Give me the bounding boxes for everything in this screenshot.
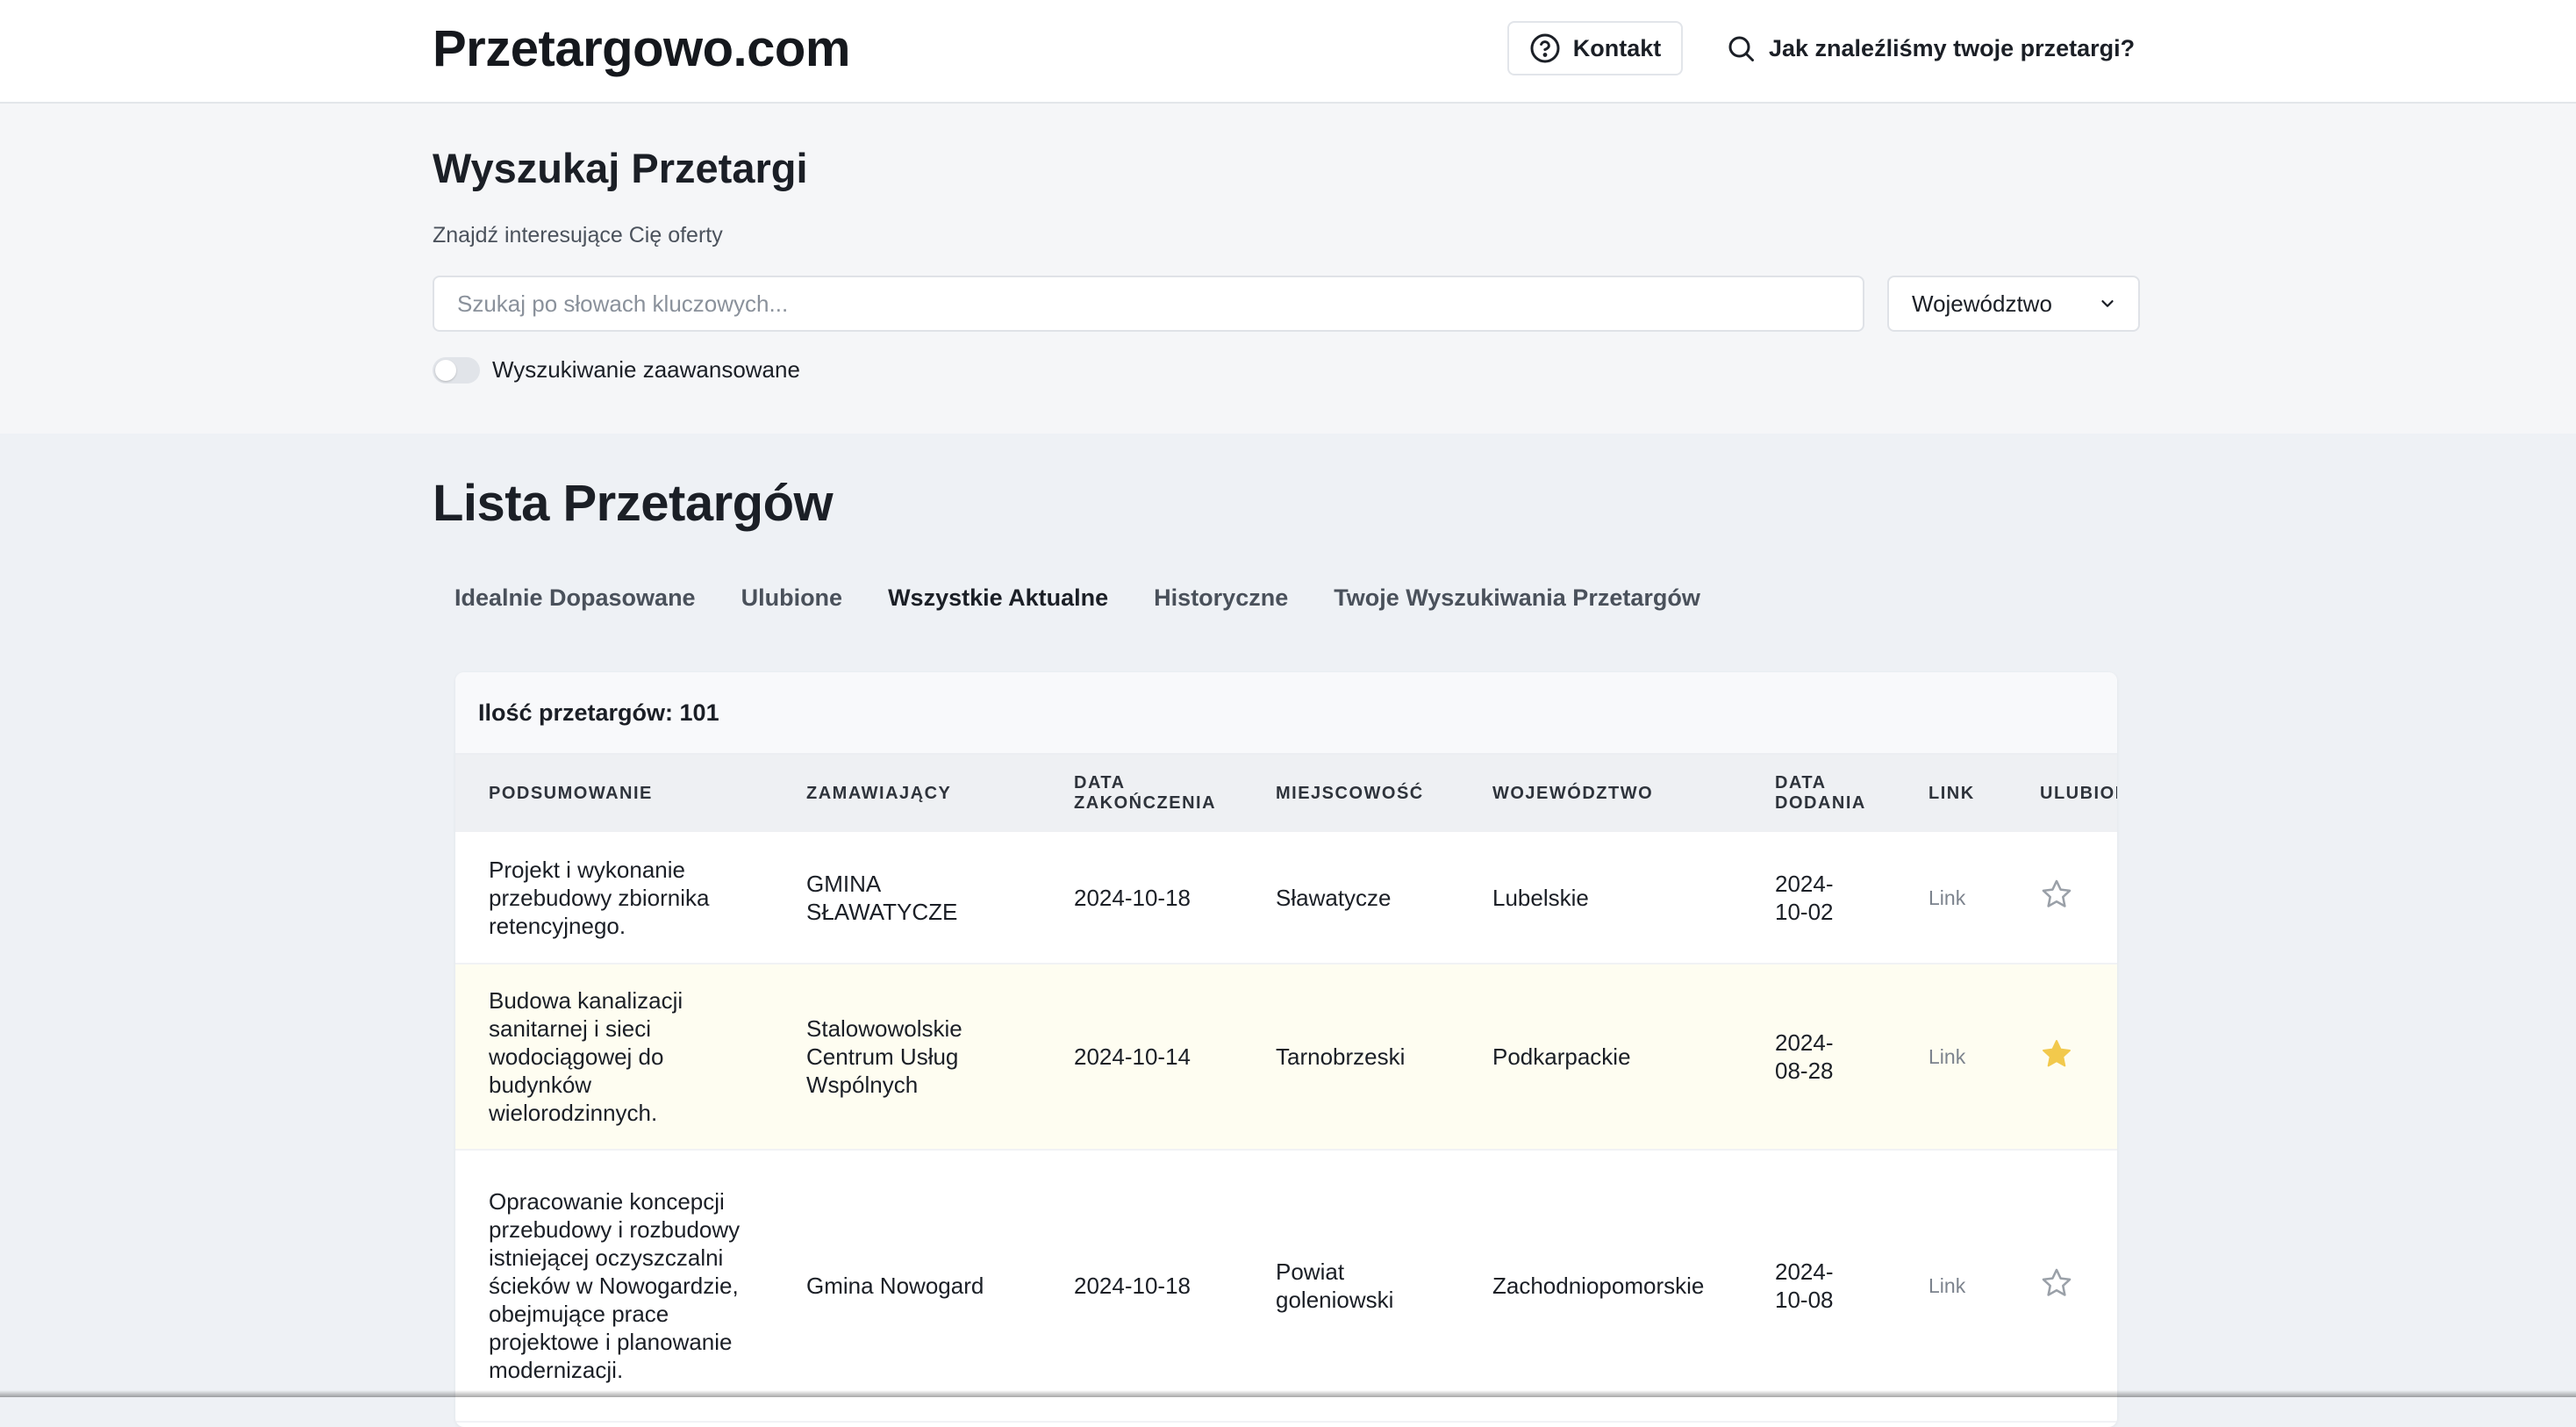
row-summary: Budowa kanalizacji sanitarnej i sieci wo… <box>455 964 773 1151</box>
column-header-city[interactable]: MIEJSCOWOŚĆ <box>1242 755 1459 832</box>
header-text: DATA <box>1074 773 1126 792</box>
contact-button-label: Kontakt <box>1572 34 1662 61</box>
keyword-search-input[interactable] <box>433 276 1864 332</box>
row-favorite-cell <box>2007 1150 2117 1423</box>
row-region: Zachodniopomorskie <box>1459 1150 1742 1423</box>
tab-perfect-match[interactable]: Idealnie Dopasowane <box>454 584 696 612</box>
row-favorite-cell <box>2007 832 2117 964</box>
site-logo[interactable]: Przetargowo.com <box>433 19 850 78</box>
row-added-date: 2024-08-28 <box>1742 964 1895 1151</box>
search-icon <box>1728 36 1754 61</box>
contact-button[interactable]: Kontakt <box>1507 21 1683 75</box>
header-text: DODANIA <box>1775 793 1866 813</box>
tender-list-title: Lista Przetargów <box>433 475 834 532</box>
search-subtitle: Znajdź interesujące Cię oferty <box>433 223 723 247</box>
search-section: Wyszukaj Przetargi Znajdź interesujące C… <box>0 104 2576 434</box>
column-header-summary[interactable]: PODSUMOWANIE <box>455 755 773 832</box>
row-client: Gmina Nowogard <box>773 1150 1041 1423</box>
row-region: Podkarpackie <box>1459 964 1742 1151</box>
row-summary: Opracowanie koncepcji przebudowy i rozbu… <box>455 1150 773 1423</box>
row-end-date: 2024-10-14 <box>1041 964 1242 1151</box>
header-text: ZAKOŃCZENIA <box>1074 793 1217 813</box>
chevron-down-icon <box>2101 300 2114 307</box>
bottom-shadow <box>0 1390 2576 1397</box>
column-header-added-date[interactable]: DATA DODANIA <box>1742 755 1895 832</box>
top-navigation-bar: Przetargowo.com Kontakt Jak znaleźliśmy … <box>0 0 2576 104</box>
tab-your-searches[interactable]: Twoje Wyszukiwania Przetargów <box>1334 584 1700 612</box>
row-city: Tarnobrzeski <box>1242 964 1459 1151</box>
row-favorite-cell <box>2007 964 2117 1151</box>
advanced-search-label[interactable]: Wyszukiwanie zaawansowane <box>492 356 800 384</box>
tab-favorites[interactable]: Ulubione <box>741 584 843 612</box>
table-header-row: PODSUMOWANIE ZAMAWIAJĄCY DATA ZAKOŃCZENIA… <box>455 755 2117 832</box>
region-select-label: Województwo <box>1912 290 2052 317</box>
row-summary: Projekt i wykonanie przebudowy zbiornika… <box>455 832 773 964</box>
column-header-favorite: ULUBIONE <box>2007 755 2117 832</box>
star-outline-icon[interactable] <box>2040 878 2073 911</box>
advanced-search-row: Wyszukiwanie zaawansowane <box>433 356 800 384</box>
tender-count: Ilość przetargów: 101 <box>455 672 2117 755</box>
row-end-date: 2024-10-18 <box>1041 832 1242 964</box>
row-region: Lubelskie <box>1459 832 1742 964</box>
column-header-region[interactable]: WOJEWÓDZTWO <box>1459 755 1742 832</box>
row-added-date: 2024-10-08 <box>1742 1150 1895 1423</box>
table-row: Projekt i wykonanie przebudowy zbiornika… <box>455 832 2117 964</box>
row-end-date: 2024-10-18 <box>1041 1150 1242 1423</box>
how-we-found-label: Jak znaleźliśmy twoje przetargi? <box>1769 34 2136 61</box>
tab-all-current[interactable]: Wszystkie Aktualne <box>888 584 1108 612</box>
advanced-search-toggle[interactable] <box>433 356 480 384</box>
how-we-found-button[interactable]: Jak znaleźliśmy twoje przetargi? <box>1725 21 2135 75</box>
row-city: Sławatycze <box>1242 832 1459 964</box>
row-link[interactable]: Link <box>1895 832 2007 964</box>
question-circle-icon <box>1530 33 1560 63</box>
tab-historical[interactable]: Historyczne <box>1154 584 1288 612</box>
tender-table: PODSUMOWANIE ZAMAWIAJĄCY DATA ZAKOŃCZENIA… <box>455 755 2117 1423</box>
column-header-link: LINK <box>1895 755 2007 832</box>
table-row: Opracowanie koncepcji przebudowy i rozbu… <box>455 1150 2117 1423</box>
row-city: Powiat goleniowski <box>1242 1150 1459 1423</box>
search-title: Wyszukaj Przetargi <box>433 145 808 191</box>
star-outline-icon[interactable] <box>2040 1266 2073 1300</box>
header-text: DATA <box>1775 773 1827 792</box>
row-client: GMINA SŁAWATYCZE <box>773 832 1041 964</box>
table-row: Budowa kanalizacji sanitarnej i sieci wo… <box>455 964 2117 1151</box>
star-filled-icon[interactable] <box>2040 1037 2073 1071</box>
row-link[interactable]: Link <box>1895 1150 2007 1423</box>
column-header-end-date[interactable]: DATA ZAKOŃCZENIA <box>1041 755 1242 832</box>
tender-table-card: Ilość przetargów: 101 PODSUMOWANIE ZAMAW… <box>455 672 2117 1427</box>
row-added-date: 2024-10-02 <box>1742 832 1895 964</box>
row-link[interactable]: Link <box>1895 964 2007 1151</box>
row-client: Stalowowolskie Centrum Usług Wspólnych <box>773 964 1041 1151</box>
region-select[interactable]: Województwo <box>1887 276 2140 332</box>
column-header-client[interactable]: ZAMAWIAJĄCY <box>773 755 1041 832</box>
toggle-knob <box>435 359 456 381</box>
tender-tabs: Idealnie Dopasowane Ulubione Wszystkie A… <box>454 584 1700 612</box>
